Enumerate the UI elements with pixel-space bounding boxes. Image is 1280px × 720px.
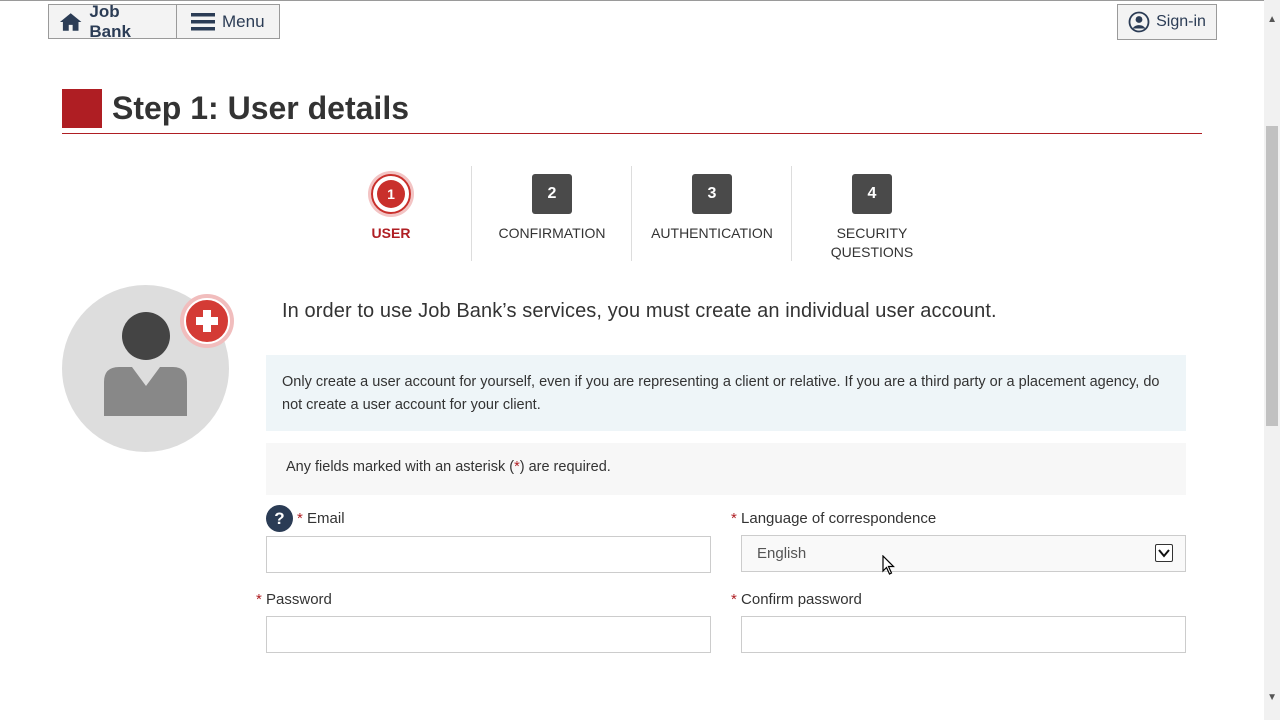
top-border — [0, 0, 1264, 1]
plus-icon — [196, 310, 218, 332]
mouse-cursor-icon — [882, 555, 895, 575]
step-4-indicator: 4 — [852, 174, 892, 214]
scroll-thumb[interactable] — [1266, 126, 1278, 426]
step-3-indicator: 3 — [692, 174, 732, 214]
language-select[interactable]: English — [741, 535, 1186, 572]
password-field[interactable] — [266, 616, 711, 653]
job-bank-home-button[interactable]: Job Bank — [49, 2, 177, 41]
home-icon — [59, 12, 82, 31]
scroll-up-arrow-icon[interactable]: ▲ — [1267, 14, 1277, 25]
language-selected-value: English — [757, 545, 807, 562]
page-scrollbar[interactable]: ▲ ▼ — [1264, 0, 1280, 720]
menu-label: Menu — [222, 11, 265, 31]
step-user: 1 USER — [311, 166, 471, 261]
required-note-prefix: Any fields marked with an asterisk ( — [286, 459, 515, 475]
top-nav: Job Bank Menu — [48, 2, 280, 41]
password-label: * Password — [256, 591, 332, 608]
hamburger-menu-icon — [191, 12, 215, 30]
step-2-label: CONFIRMATION — [498, 225, 606, 241]
job-bank-label: Job Bank — [89, 1, 131, 41]
menu-button[interactable]: Menu — [177, 5, 279, 38]
heading-accent — [62, 89, 102, 128]
confirm-password-field[interactable] — [741, 616, 1186, 653]
required-note-suffix: ) are required. — [519, 459, 611, 475]
language-label: * Language of correspondence — [731, 510, 937, 527]
help-icon[interactable]: ? — [266, 505, 293, 532]
step-authentication: 3 AUTHENTICATION — [631, 166, 792, 261]
heading-rule — [62, 133, 1202, 134]
sign-in-button[interactable]: Sign-in — [1117, 4, 1217, 40]
step-confirmation: 2 CONFIRMATION — [471, 166, 632, 261]
user-circle-icon — [1128, 11, 1150, 33]
step-1-label: USER — [371, 225, 411, 241]
chevron-down-icon[interactable] — [1155, 544, 1173, 562]
step-security-questions: 4 SECURITY QUESTIONS — [791, 166, 952, 261]
info-box-text: Only create a user account for yourself,… — [282, 374, 1160, 413]
email-label: * Email — [297, 510, 345, 527]
step-4-label: SECURITY QUESTIONS — [830, 225, 914, 260]
scroll-down-arrow-icon[interactable]: ▼ — [1267, 692, 1277, 703]
page-title: Step 1: User details — [112, 90, 409, 126]
add-user-badge — [180, 294, 234, 348]
step-2-indicator: 2 — [532, 174, 572, 214]
step-1-indicator: 1 — [371, 174, 411, 214]
sign-in-label: Sign-in — [1156, 13, 1206, 30]
confirm-password-label: * Confirm password — [731, 591, 862, 608]
intro-text: In order to use Job Bank’s services, you… — [282, 300, 997, 322]
email-field[interactable] — [266, 536, 711, 573]
required-note: Any fields marked with an asterisk (*) a… — [266, 443, 1186, 495]
step-3-label: AUTHENTICATION — [651, 225, 773, 241]
info-box: Only create a user account for yourself,… — [266, 355, 1186, 431]
